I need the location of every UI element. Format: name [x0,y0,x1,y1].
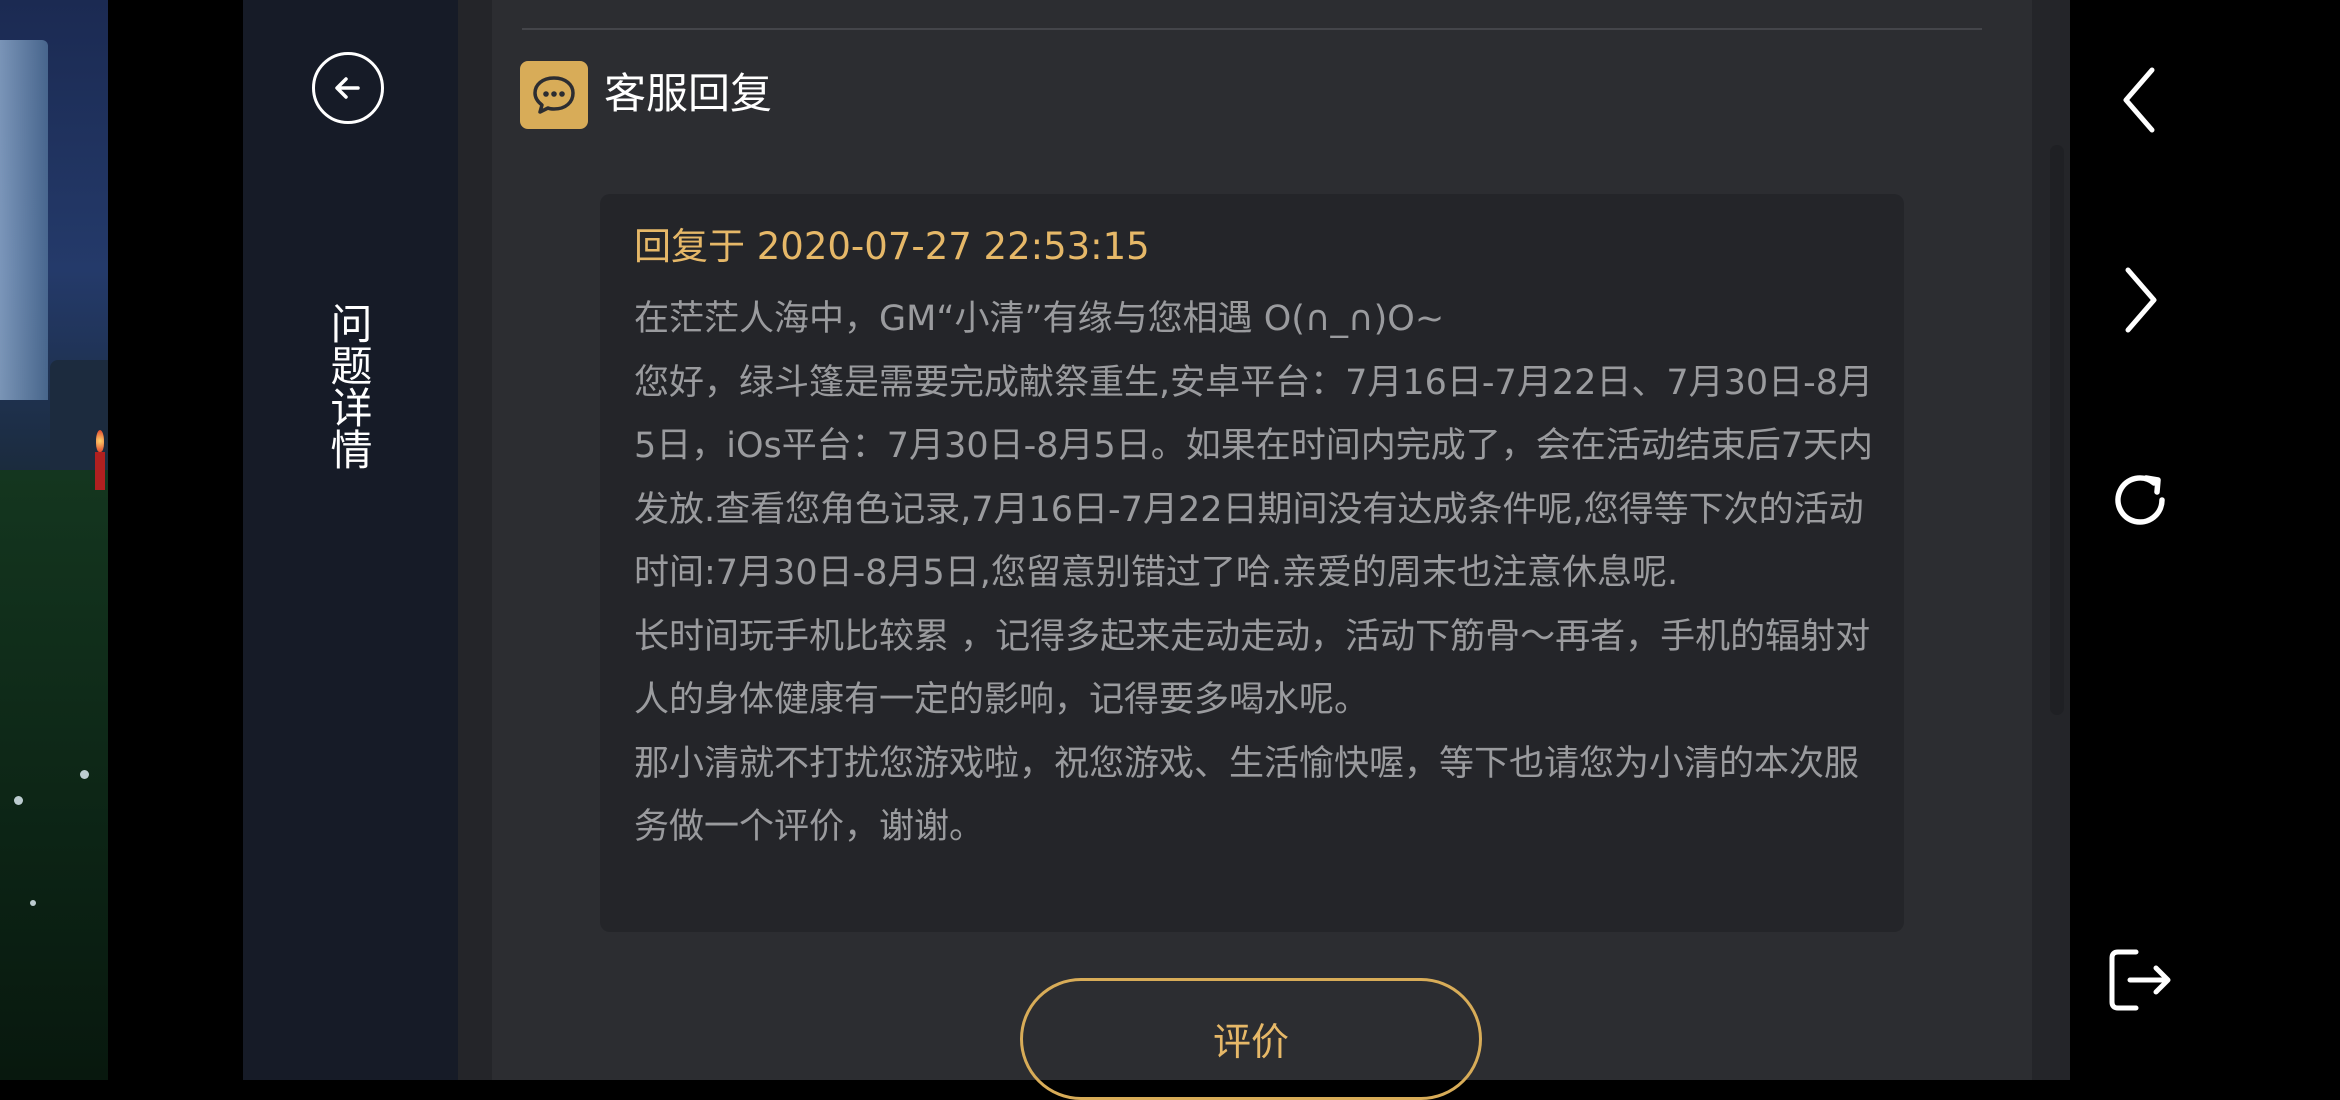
reply-paragraph: 您好，绿斗篷是需要完成献祭重生,安卓平台：7月16日-7月22日、7月30日-8… [634,362,1874,594]
nav-forward-button[interactable] [2100,260,2180,340]
section-title: 客服回复 [604,69,773,118]
reply-paragraph: 长时间玩手机比较累 ，记得多起来走动走动，活动下筋骨～再者，手机的辐射对人的身体… [634,616,1871,721]
light-dot [80,770,89,779]
chat-bubble-icon [520,61,588,129]
back-button[interactable] [312,52,384,124]
light-dot [30,900,36,906]
reply-paragraph: 在茫茫人海中，GM“小清”有缘与您相遇 O(∩_∩)O~ [634,299,1445,339]
exit-button[interactable] [2100,940,2180,1020]
refresh-icon [2115,475,2165,525]
candle-flame [96,430,104,452]
grass-field [0,470,108,1080]
scrollbar[interactable] [2050,145,2064,715]
side-tab-panel [243,0,458,1080]
game-background [0,0,108,1080]
back-circle-icon [335,77,360,99]
nav-back-button[interactable] [2100,60,2180,140]
stone-pillar [0,40,48,400]
reply-paragraph: 那小清就不打扰您游戏啦，祝您游戏、生活愉快喔，等下也请您为小清的本次服务做一个评… [634,743,1860,848]
chevron-left-icon [2123,67,2155,133]
reply-timestamp: 回复于 2020-07-27 22:53:15 [634,225,1150,268]
letterbox-gap [108,0,243,1080]
right-nav-bar [2070,0,2340,1080]
rate-button[interactable]: 评价 [1020,978,1482,1100]
reply-body: 在茫茫人海中，GM“小清”有缘与您相遇 O(∩_∩)O~ 您好，绿斗篷是需要完成… [634,288,1884,860]
light-dot [14,796,23,805]
exit-icon [2109,949,2171,1011]
page-title: 问题详情 [324,302,373,470]
refresh-button[interactable] [2100,460,2180,540]
divider [522,28,1982,30]
chevron-right-icon [2125,267,2157,333]
candle [95,452,105,490]
